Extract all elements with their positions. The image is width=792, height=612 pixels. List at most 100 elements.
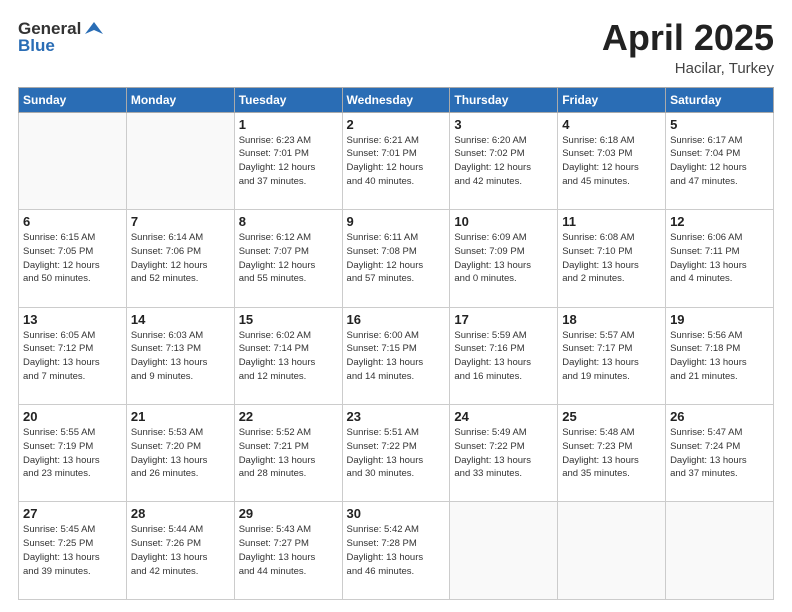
calendar-cell: 28Sunrise: 5:44 AM Sunset: 7:26 PM Dayli… xyxy=(126,502,234,600)
day-number: 24 xyxy=(454,409,553,424)
calendar-week-row: 1 Sunrise: 6:23 AM Sunset: 7:01 PM Daylig… xyxy=(19,112,774,209)
calendar-week-row: 20 Sunrise: 5:55 AM Sunset: 7:19 PM Dayli… xyxy=(19,405,774,502)
day-number: 19 xyxy=(670,312,769,327)
day-info: Sunrise: 5:43 AM Sunset: 7:27 PM Dayligh… xyxy=(239,523,338,578)
calendar-cell: 12 Sunrise: 6:06 AM Sunset: 7:11 PM Dayli… xyxy=(666,210,774,307)
logo: General Blue xyxy=(18,18,105,56)
calendar-cell: 23 Sunrise: 5:51 AM Sunset: 7:22 PM Dayli… xyxy=(342,405,450,502)
day-number: 9 xyxy=(347,214,446,229)
day-info: Sunrise: 6:05 AM Sunset: 7:12 PM Dayligh… xyxy=(23,329,122,384)
day-info: Sunrise: 6:18 AM Sunset: 7:03 PM Dayligh… xyxy=(562,134,661,189)
calendar-cell: 2Sunrise: 6:21 AM Sunset: 7:01 PM Daylig… xyxy=(342,112,450,209)
calendar-cell: 4 Sunrise: 6:18 AM Sunset: 7:03 PM Daylig… xyxy=(558,112,666,209)
header: General Blue April 2025 Hacilar, Turkey xyxy=(18,18,774,77)
day-info: Sunrise: 6:00 AM Sunset: 7:15 PM Dayligh… xyxy=(347,329,446,384)
day-info: Sunrise: 5:56 AM Sunset: 7:18 PM Dayligh… xyxy=(670,329,769,384)
day-info: Sunrise: 6:23 AM Sunset: 7:01 PM Dayligh… xyxy=(239,134,338,189)
calendar-cell xyxy=(126,112,234,209)
calendar-week-row: 27 Sunrise: 5:45 AM Sunset: 7:25 PM Dayli… xyxy=(19,502,774,600)
day-number: 4 xyxy=(562,117,661,132)
day-info: Sunrise: 6:02 AM Sunset: 7:14 PM Dayligh… xyxy=(239,329,338,384)
day-number: 28 xyxy=(131,506,230,521)
calendar-cell: 17Sunrise: 5:59 AM Sunset: 7:16 PM Dayli… xyxy=(450,307,558,404)
day-number: 14 xyxy=(131,312,230,327)
calendar-cell: 15 Sunrise: 6:02 AM Sunset: 7:14 PM Dayli… xyxy=(234,307,342,404)
calendar-week-row: 13 Sunrise: 6:05 AM Sunset: 7:12 PM Dayli… xyxy=(19,307,774,404)
calendar-day-header: Monday xyxy=(126,87,234,112)
calendar-cell: 5Sunrise: 6:17 AM Sunset: 7:04 PM Daylig… xyxy=(666,112,774,209)
calendar-cell: 19 Sunrise: 5:56 AM Sunset: 7:18 PM Dayli… xyxy=(666,307,774,404)
day-info: Sunrise: 6:15 AM Sunset: 7:05 PM Dayligh… xyxy=(23,231,122,286)
calendar-cell xyxy=(450,502,558,600)
calendar-day-header: Tuesday xyxy=(234,87,342,112)
calendar-day-header: Sunday xyxy=(19,87,127,112)
day-info: Sunrise: 6:14 AM Sunset: 7:06 PM Dayligh… xyxy=(131,231,230,286)
calendar-cell: 21Sunrise: 5:53 AM Sunset: 7:20 PM Dayli… xyxy=(126,405,234,502)
calendar-day-header: Wednesday xyxy=(342,87,450,112)
location-title: Hacilar, Turkey xyxy=(602,60,774,77)
calendar-cell: 20 Sunrise: 5:55 AM Sunset: 7:19 PM Dayli… xyxy=(19,405,127,502)
month-title: April 2025 xyxy=(602,18,774,58)
day-info: Sunrise: 5:59 AM Sunset: 7:16 PM Dayligh… xyxy=(454,329,553,384)
calendar-cell: 13 Sunrise: 6:05 AM Sunset: 7:12 PM Dayli… xyxy=(19,307,127,404)
calendar-week-row: 6 Sunrise: 6:15 AM Sunset: 7:05 PM Daylig… xyxy=(19,210,774,307)
day-number: 23 xyxy=(347,409,446,424)
page: General Blue April 2025 Hacilar, Turkey … xyxy=(0,0,792,612)
day-info: Sunrise: 5:49 AM Sunset: 7:22 PM Dayligh… xyxy=(454,426,553,481)
logo-bird-icon xyxy=(83,18,105,40)
day-info: Sunrise: 5:57 AM Sunset: 7:17 PM Dayligh… xyxy=(562,329,661,384)
calendar-cell: 25Sunrise: 5:48 AM Sunset: 7:23 PM Dayli… xyxy=(558,405,666,502)
day-number: 22 xyxy=(239,409,338,424)
calendar-day-header: Thursday xyxy=(450,87,558,112)
day-info: Sunrise: 6:08 AM Sunset: 7:10 PM Dayligh… xyxy=(562,231,661,286)
day-info: Sunrise: 5:45 AM Sunset: 7:25 PM Dayligh… xyxy=(23,523,122,578)
calendar-cell: 7 Sunrise: 6:14 AM Sunset: 7:06 PM Daylig… xyxy=(126,210,234,307)
day-info: Sunrise: 6:12 AM Sunset: 7:07 PM Dayligh… xyxy=(239,231,338,286)
day-number: 10 xyxy=(454,214,553,229)
day-info: Sunrise: 5:52 AM Sunset: 7:21 PM Dayligh… xyxy=(239,426,338,481)
day-number: 20 xyxy=(23,409,122,424)
day-number: 30 xyxy=(347,506,446,521)
title-block: April 2025 Hacilar, Turkey xyxy=(602,18,774,77)
day-info: Sunrise: 6:21 AM Sunset: 7:01 PM Dayligh… xyxy=(347,134,446,189)
calendar-cell: 18Sunrise: 5:57 AM Sunset: 7:17 PM Dayli… xyxy=(558,307,666,404)
calendar-cell: 24 Sunrise: 5:49 AM Sunset: 7:22 PM Dayli… xyxy=(450,405,558,502)
day-number: 1 xyxy=(239,117,338,132)
calendar-cell: 1 Sunrise: 6:23 AM Sunset: 7:01 PM Daylig… xyxy=(234,112,342,209)
calendar-cell: 3Sunrise: 6:20 AM Sunset: 7:02 PM Daylig… xyxy=(450,112,558,209)
calendar-cell: 11 Sunrise: 6:08 AM Sunset: 7:10 PM Dayli… xyxy=(558,210,666,307)
calendar-cell: 16Sunrise: 6:00 AM Sunset: 7:15 PM Dayli… xyxy=(342,307,450,404)
day-number: 11 xyxy=(562,214,661,229)
day-info: Sunrise: 5:51 AM Sunset: 7:22 PM Dayligh… xyxy=(347,426,446,481)
calendar-header-row: SundayMondayTuesdayWednesdayThursdayFrid… xyxy=(19,87,774,112)
day-number: 25 xyxy=(562,409,661,424)
calendar-cell: 27 Sunrise: 5:45 AM Sunset: 7:25 PM Dayli… xyxy=(19,502,127,600)
logo-blue-text: Blue xyxy=(18,36,55,56)
day-number: 29 xyxy=(239,506,338,521)
calendar-cell xyxy=(19,112,127,209)
calendar-cell: 9 Sunrise: 6:11 AM Sunset: 7:08 PM Daylig… xyxy=(342,210,450,307)
day-number: 5 xyxy=(670,117,769,132)
calendar-cell: 8Sunrise: 6:12 AM Sunset: 7:07 PM Daylig… xyxy=(234,210,342,307)
calendar-cell: 29 Sunrise: 5:43 AM Sunset: 7:27 PM Dayli… xyxy=(234,502,342,600)
calendar-cell: 10Sunrise: 6:09 AM Sunset: 7:09 PM Dayli… xyxy=(450,210,558,307)
day-number: 27 xyxy=(23,506,122,521)
day-number: 7 xyxy=(131,214,230,229)
day-number: 13 xyxy=(23,312,122,327)
calendar-table: SundayMondayTuesdayWednesdayThursdayFrid… xyxy=(18,87,774,600)
calendar-cell xyxy=(558,502,666,600)
day-info: Sunrise: 6:11 AM Sunset: 7:08 PM Dayligh… xyxy=(347,231,446,286)
day-number: 12 xyxy=(670,214,769,229)
day-info: Sunrise: 5:42 AM Sunset: 7:28 PM Dayligh… xyxy=(347,523,446,578)
day-number: 6 xyxy=(23,214,122,229)
day-info: Sunrise: 5:55 AM Sunset: 7:19 PM Dayligh… xyxy=(23,426,122,481)
day-info: Sunrise: 5:47 AM Sunset: 7:24 PM Dayligh… xyxy=(670,426,769,481)
day-number: 26 xyxy=(670,409,769,424)
calendar-day-header: Friday xyxy=(558,87,666,112)
day-info: Sunrise: 5:53 AM Sunset: 7:20 PM Dayligh… xyxy=(131,426,230,481)
calendar-cell: 14Sunrise: 6:03 AM Sunset: 7:13 PM Dayli… xyxy=(126,307,234,404)
day-number: 3 xyxy=(454,117,553,132)
day-number: 15 xyxy=(239,312,338,327)
day-info: Sunrise: 6:06 AM Sunset: 7:11 PM Dayligh… xyxy=(670,231,769,286)
calendar-cell: 6 Sunrise: 6:15 AM Sunset: 7:05 PM Daylig… xyxy=(19,210,127,307)
